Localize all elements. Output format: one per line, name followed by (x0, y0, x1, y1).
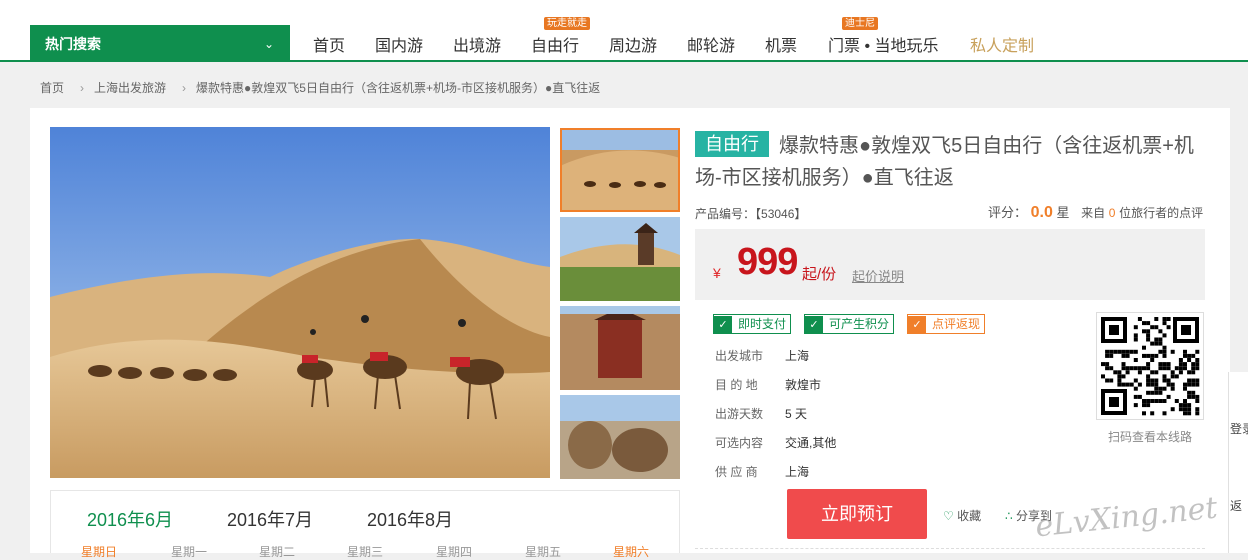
info-key: 出发城市 (715, 349, 764, 363)
weekday-label: 星期二 (259, 545, 296, 559)
divider (695, 548, 1205, 549)
qr-caption: 扫码查看本线路 (1108, 430, 1193, 444)
floating-sidebar: 登录 返 (1228, 372, 1248, 553)
info-key: 供 应 商 (715, 465, 758, 479)
thumbnail-2[interactable] (560, 217, 680, 301)
nav-item-outbound[interactable]: 出境游 (453, 32, 501, 56)
check-icon: ✓ (714, 316, 732, 334)
chevron-down-icon: ⌄ (263, 37, 274, 51)
breadcrumb-chevron-icon: › (182, 81, 187, 95)
check-icon: ✓ (805, 316, 823, 334)
nav-item-nearby[interactable]: 周边游 (609, 32, 657, 56)
departure-calendar: 2016年6月 2016年7月 2016年8月 星期日 星期一 星期二 星期三 … (50, 490, 680, 559)
product-id-label: 产品编号： (695, 207, 756, 221)
info-value: 上海 (785, 465, 810, 479)
breadcrumb: 首页 › 上海出发旅游 › 爆款特惠●敦煌双飞5日自由行（含往返机票+机场-市区接机服务… (40, 79, 606, 96)
breadcrumb-chevron-icon: › (80, 81, 85, 95)
nav-item-home[interactable]: 首页 (313, 32, 345, 56)
favorite-label: 收藏 (957, 509, 982, 523)
weekday-label: 星期日 (81, 545, 118, 559)
nav-badge-free: 玩走就走 (544, 17, 590, 30)
info-key: 目 的 地 (715, 378, 758, 392)
price-value: 999 (737, 241, 798, 283)
nav-item-flights[interactable]: 机票 (765, 32, 797, 56)
badge-instant-pay: ✓ 即时支付 (713, 314, 792, 334)
product-id: 产品编号：【53046】 (695, 205, 806, 222)
product-type-tag: 自由行 (695, 131, 769, 157)
weekday-label: 星期五 (525, 545, 562, 559)
thumbnail-4[interactable] (560, 395, 680, 479)
price-note-link[interactable]: 起价说明 (852, 266, 904, 285)
check-icon: ✓ (908, 316, 926, 334)
share-icon: ∴ (1005, 509, 1013, 523)
info-value: 交通,其他 (785, 436, 837, 450)
top-navigation-bar: 热门搜索 ⌄ 首页 国内游 出境游 自由行 周边游 邮轮游 机票 门票 • 当地… (0, 0, 1248, 62)
book-now-button[interactable]: 立即预订 (787, 489, 927, 539)
review-suffix: 位旅行者的点评 (1119, 206, 1204, 220)
currency-symbol: ¥ (713, 265, 721, 281)
nav-item-cruise[interactable]: 邮轮游 (687, 32, 735, 56)
info-destination: 目 的 地 敦煌市 (715, 376, 821, 393)
sidebar-login[interactable]: 登录 (1230, 420, 1248, 437)
rating-score: 0.0 (1030, 204, 1053, 221)
weekday-label: 星期一 (171, 545, 208, 559)
info-value: 敦煌市 (785, 378, 822, 392)
thumbnail-1[interactable] (560, 128, 680, 212)
hot-search-label: 热门搜索 (45, 36, 101, 52)
product-id-value: 【53046】 (755, 207, 807, 221)
favorite-button[interactable]: ♡ 收藏 (943, 507, 981, 524)
badge-label: 即时支付 (738, 317, 787, 331)
nav-item-tickets[interactable]: 门票 • 当地玩乐 (828, 32, 939, 56)
calendar-month-tab[interactable]: 2016年6月 (87, 506, 173, 532)
badge-label: 点评返现 (932, 317, 981, 331)
review-count[interactable]: 0 (1109, 206, 1116, 220)
weekday-label: 星期六 (613, 545, 650, 559)
price-unit: 起/份 (802, 266, 837, 283)
weekday-label: 星期三 (347, 545, 384, 559)
main-product-photo[interactable] (50, 127, 550, 478)
calendar-month-tab[interactable]: 2016年8月 (367, 506, 453, 532)
heart-icon: ♡ (943, 509, 954, 523)
info-departure-city: 出发城市 上海 (715, 347, 809, 364)
nav-item-domestic[interactable]: 国内游 (375, 32, 423, 56)
rating-label: 评分： (988, 205, 1028, 220)
info-options: 可选内容 交通,其他 (715, 434, 836, 451)
nav-badge-disney: 迪士尼 (842, 17, 878, 30)
rating-summary: 评分： 0.0 星 来自 0 位旅行者的点评 (988, 202, 1203, 222)
rating-unit: 星 (1056, 205, 1070, 220)
info-key: 出游天数 (715, 407, 764, 421)
weekday-label: 星期四 (436, 545, 473, 559)
badge-review-cashback: ✓ 点评返现 (907, 314, 986, 334)
hot-search-dropdown[interactable]: 热门搜索 ⌄ (30, 25, 290, 61)
badge-points: ✓ 可产生积分 (804, 314, 895, 334)
breadcrumb-shanghai[interactable]: 上海出发旅游 (94, 81, 166, 95)
badge-label: 可产生积分 (829, 317, 890, 331)
qr-code (1096, 312, 1204, 420)
nav-item-custom[interactable]: 私人定制 (970, 32, 1034, 56)
price-box: ¥ 999 起/份 起价说明 (695, 229, 1205, 300)
calendar-month-tab[interactable]: 2016年7月 (227, 506, 313, 532)
nav-item-free-travel[interactable]: 自由行 (531, 32, 579, 56)
info-supplier: 供 应 商 上海 (715, 463, 809, 480)
info-key: 可选内容 (715, 436, 764, 450)
sidebar-back[interactable]: 返 (1230, 497, 1242, 514)
info-value: 上海 (785, 349, 810, 363)
breadcrumb-home[interactable]: 首页 (40, 81, 64, 95)
thumbnail-3[interactable] (560, 306, 680, 390)
breadcrumb-current: 爆款特惠●敦煌双飞5日自由行（含往返机票+机场-市区接机服务）●直飞往返 (196, 81, 601, 95)
product-title: 爆款特惠●敦煌双飞5日自由行（含往返机票+机场-市区接机服务）●直飞往返 (695, 135, 1194, 189)
info-days: 出游天数 5 天 (715, 405, 807, 422)
info-value: 5 天 (785, 407, 808, 421)
review-prefix: 来自 (1081, 206, 1106, 220)
